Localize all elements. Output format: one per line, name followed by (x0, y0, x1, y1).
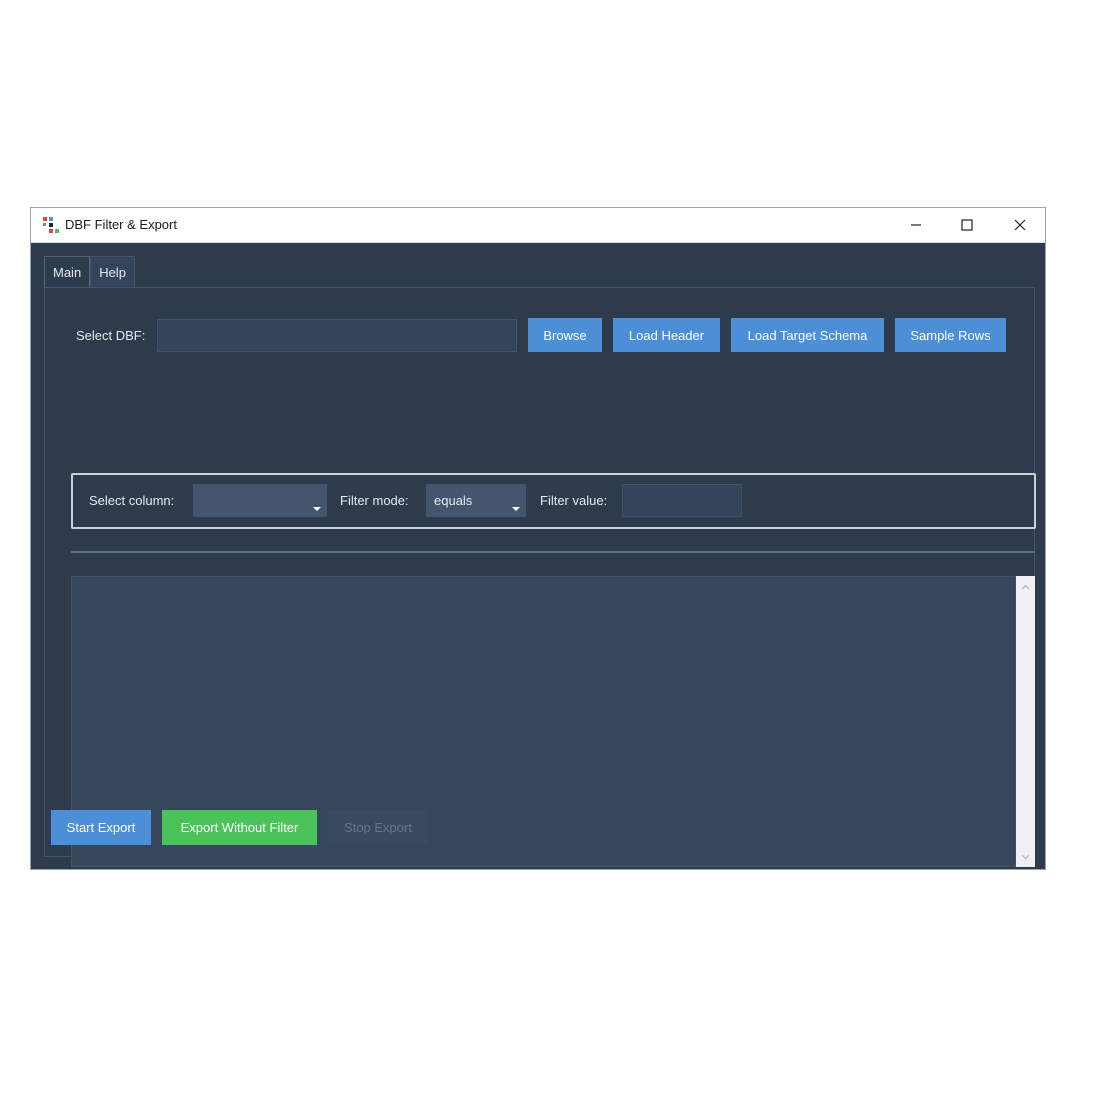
select-column-label: Select column: (89, 493, 175, 508)
filter-mode-combobox[interactable]: equals (426, 484, 526, 517)
column-combobox[interactable] (193, 484, 327, 517)
filter-mode-value: equals (434, 493, 473, 508)
separator-line (71, 551, 1035, 553)
title-bar[interactable]: DBF Filter & Export (31, 208, 1045, 243)
scroll-down-icon[interactable] (1016, 848, 1035, 865)
close-button[interactable] (997, 208, 1043, 242)
log-scrollbar[interactable] (1016, 576, 1035, 867)
main-panel: Select DBF: Browse Load Header Load Targ… (44, 287, 1036, 867)
close-icon (1014, 219, 1026, 231)
dbf-path-input[interactable] (157, 319, 517, 352)
tab-help-label: Help (99, 265, 126, 280)
select-dbf-label: Select DBF: (76, 328, 146, 343)
browse-button[interactable]: Browse (528, 318, 602, 352)
chevron-down-icon (313, 507, 321, 511)
export-without-filter-button[interactable]: Export Without Filter (162, 810, 317, 845)
scroll-up-icon[interactable] (1016, 578, 1035, 595)
filter-group: Select column: Filter mode: equals Filte… (71, 473, 1036, 529)
minimize-button[interactable] (893, 208, 939, 242)
filter-value-input[interactable] (622, 484, 742, 517)
app-window: DBF Filter & Export Main Help Select DBF (30, 207, 1046, 870)
maximize-button[interactable] (944, 208, 990, 242)
load-target-schema-button[interactable]: Load Target Schema (731, 318, 884, 352)
load-header-button[interactable]: Load Header (613, 318, 720, 352)
tab-bar: Main Help (44, 256, 135, 288)
sample-rows-button[interactable]: Sample Rows (895, 318, 1006, 352)
filter-value-label: Filter value: (540, 493, 608, 508)
chevron-down-icon (512, 507, 520, 511)
tab-help[interactable]: Help (90, 256, 135, 288)
stop-export-button[interactable]: Stop Export (328, 810, 428, 845)
minimize-icon (911, 224, 921, 226)
maximize-icon (961, 219, 973, 231)
tab-main-label: Main (53, 265, 82, 280)
filter-mode-label: Filter mode: (340, 493, 409, 508)
start-export-button[interactable]: Start Export (51, 810, 151, 845)
window-title: DBF Filter & Export (65, 217, 177, 232)
tab-main[interactable]: Main (44, 256, 91, 288)
app-icon (43, 217, 59, 233)
